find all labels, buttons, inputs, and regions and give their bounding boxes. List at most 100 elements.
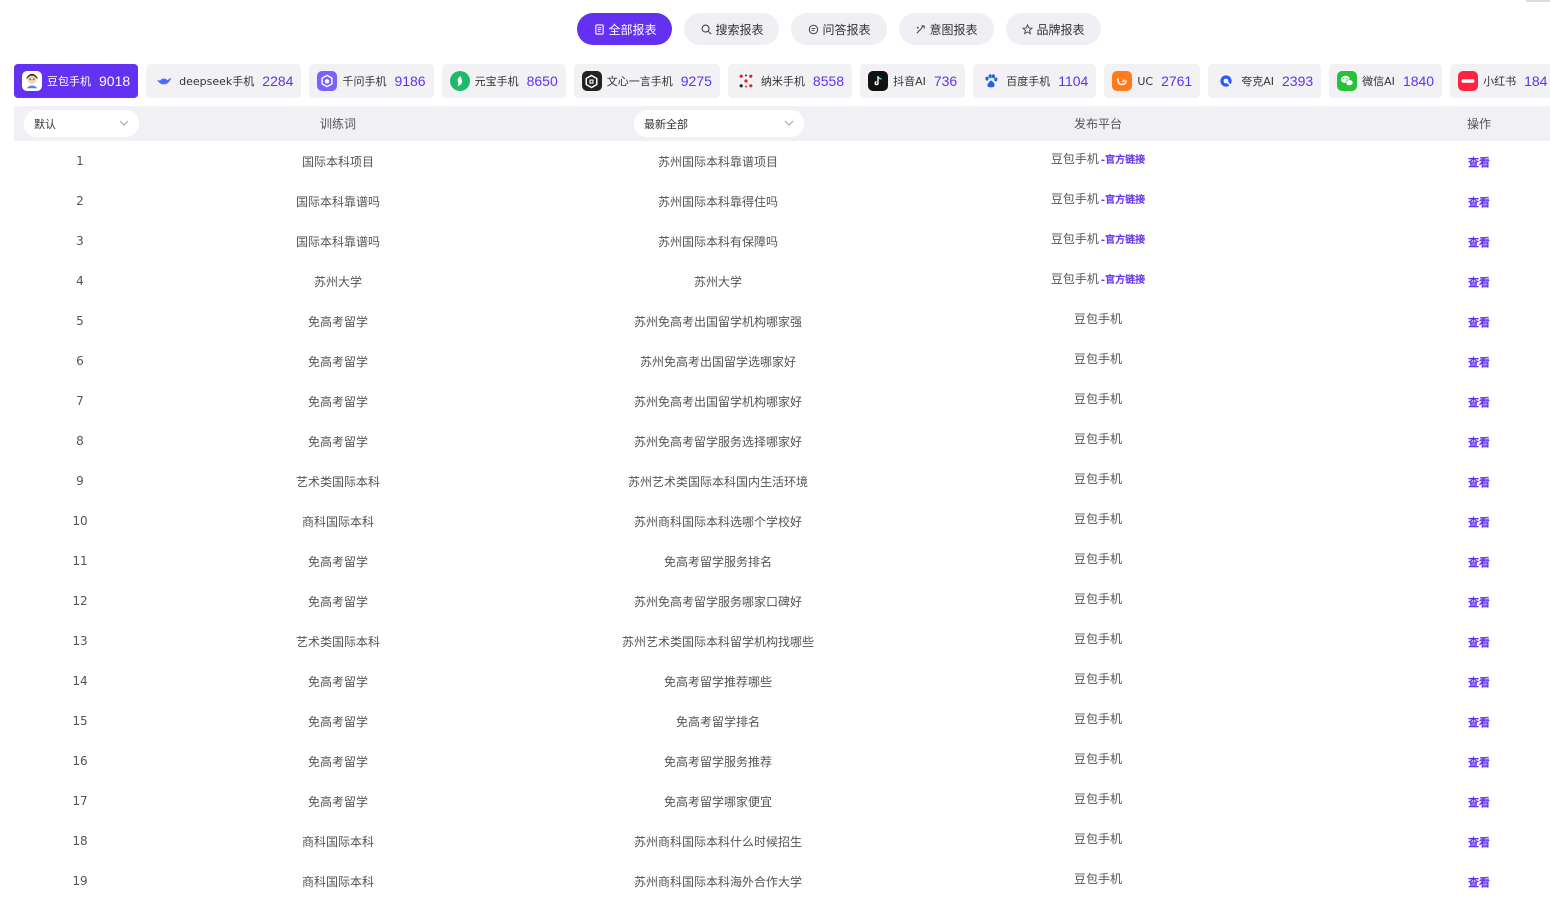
- row-action: 查看: [1428, 742, 1530, 782]
- row-platform: 豆包手机: [948, 418, 1248, 458]
- row-keyword: 苏州大学: [313, 274, 362, 289]
- view-button[interactable]: 查看: [1468, 474, 1490, 490]
- table-row: 3 国际本科靠谱吗 苏州国际本科有保障吗 豆包手机 -官方链接 查看: [14, 221, 1550, 261]
- platform-cell-name: 豆包手机: [1073, 711, 1122, 726]
- view-button[interactable]: 查看: [1468, 194, 1490, 210]
- platform-filter: 豆包手机 9018 deepseek手机 2284 千问手机 9186 元宝手机…: [14, 64, 1550, 98]
- tab-search-reports[interactable]: 搜索报表: [684, 13, 780, 45]
- row-keyword: 免高考留学: [307, 594, 368, 609]
- platform-count: 9018: [99, 73, 131, 89]
- platform-chip-wenxin[interactable]: 文心一言手机 9275: [573, 64, 720, 98]
- platform-chip-deepseek[interactable]: deepseek手机 2284: [146, 64, 302, 98]
- row-platform: 豆包手机: [948, 818, 1248, 858]
- row-index: 14: [72, 674, 88, 688]
- row-action: 查看: [1428, 502, 1530, 542]
- row-platform: 豆包手机: [948, 658, 1248, 698]
- platform-cell-name: 豆包手机: [1073, 431, 1122, 446]
- view-button[interactable]: 查看: [1468, 874, 1490, 890]
- view-button[interactable]: 查看: [1468, 754, 1490, 770]
- official-link[interactable]: -官方链接: [1101, 231, 1145, 246]
- scrollbar[interactable]: [1526, 0, 1550, 2]
- tab-all-reports[interactable]: 全部报表: [577, 13, 673, 45]
- row-index: 2: [76, 194, 84, 208]
- platform-cell-name: 豆包手机: [1073, 391, 1122, 406]
- row-keyword: 国际本科项目: [301, 154, 374, 169]
- row-index: 6: [76, 354, 84, 368]
- view-button[interactable]: 查看: [1468, 834, 1490, 850]
- platform-cell-name: 豆包手机: [1073, 791, 1122, 806]
- platform-name: 豆包手机: [47, 75, 91, 88]
- view-button[interactable]: 查看: [1468, 594, 1490, 610]
- tab-brand-reports[interactable]: 品牌报表: [1005, 13, 1101, 45]
- platform-cell-name: 豆包手机: [1073, 831, 1122, 846]
- row-keyword: 艺术类国际本科: [295, 474, 380, 489]
- row-action: 查看: [1428, 822, 1530, 862]
- platform-cell-name: 豆包手机: [1073, 751, 1122, 766]
- sort-select-value: 默认: [34, 117, 56, 131]
- table-row: 1 国际本科项目 苏州国际本科靠谱项目 豆包手机 -官方链接 查看: [14, 141, 1550, 181]
- platform-chip-qianwen[interactable]: 千问手机 9186: [309, 64, 434, 98]
- tab-intent-reports[interactable]: 意图报表: [898, 13, 994, 45]
- view-button[interactable]: 查看: [1468, 794, 1490, 810]
- view-button[interactable]: 查看: [1468, 634, 1490, 650]
- platform-cell-name: 豆包手机: [1050, 231, 1099, 246]
- row-action: 查看: [1428, 262, 1530, 302]
- platform-chip-douyin[interactable]: 抖音AI 736: [860, 64, 966, 98]
- view-button[interactable]: 查看: [1468, 234, 1490, 250]
- view-button[interactable]: 查看: [1468, 274, 1490, 290]
- view-button[interactable]: 查看: [1468, 354, 1490, 370]
- platform-chip-doubao[interactable]: 豆包手机 9018: [14, 64, 139, 98]
- table-row: 4 苏州大学 苏州大学 豆包手机 -官方链接 查看: [14, 261, 1550, 301]
- official-link[interactable]: -官方链接: [1101, 151, 1145, 166]
- official-link[interactable]: -官方链接: [1101, 191, 1145, 206]
- platform-count: 8558: [812, 73, 845, 89]
- filter-select[interactable]: 最新全部: [634, 110, 804, 137]
- table-row: 6 免高考留学 苏州免高考出国留学选哪家好 豆包手机 查看: [14, 341, 1550, 381]
- view-button[interactable]: 查看: [1468, 514, 1490, 530]
- view-button[interactable]: 查看: [1468, 394, 1490, 410]
- platform-name: 文心一言手机: [606, 75, 673, 88]
- row-keyword: 艺术类国际本科: [295, 634, 380, 649]
- column-header-platform: 发布平台: [1073, 117, 1122, 131]
- tab-qa-reports[interactable]: 问答报表: [791, 13, 887, 45]
- platform-chip-xiaohongshu[interactable]: 小红书 184: [1450, 64, 1550, 98]
- row-index: 10: [72, 514, 88, 528]
- row-keyword: 免高考留学: [307, 714, 368, 729]
- row-question: 苏州国际本科有保障吗: [657, 234, 778, 249]
- platform-count: 2284: [262, 73, 294, 89]
- platform-name: 纳米手机: [760, 75, 805, 88]
- platform-chip-yuanbao[interactable]: 元宝手机 8650: [441, 64, 566, 98]
- view-button[interactable]: 查看: [1468, 154, 1490, 170]
- platform-count: 736: [933, 73, 958, 89]
- view-button[interactable]: 查看: [1468, 554, 1490, 570]
- platform-cell-name: 豆包手机: [1073, 871, 1122, 886]
- row-platform: 豆包手机: [948, 338, 1248, 378]
- row-platform: 豆包手机: [948, 738, 1248, 778]
- platform-count: 8650: [526, 73, 558, 89]
- view-button[interactable]: 查看: [1468, 674, 1490, 690]
- tab-label: 问答报表: [822, 22, 871, 37]
- row-platform: 豆包手机 -官方链接: [948, 138, 1248, 178]
- platform-count: 1104: [1058, 73, 1089, 89]
- official-link[interactable]: -官方链接: [1101, 271, 1145, 286]
- platform-chip-wechat[interactable]: 微信AI 1840: [1329, 64, 1443, 98]
- table-row: 9 艺术类国际本科 苏州艺术类国际本科国内生活环境 豆包手机 查看: [14, 461, 1550, 501]
- platform-chip-quark[interactable]: 夸克AI 2393: [1208, 64, 1322, 98]
- view-button[interactable]: 查看: [1468, 434, 1490, 450]
- sort-select[interactable]: 默认: [24, 110, 139, 137]
- table-row: 10 商科国际本科 苏州商科国际本科选哪个学校好 豆包手机 查看: [14, 501, 1550, 541]
- row-index: 1: [76, 154, 84, 168]
- platform-name: 夸克AI: [1241, 75, 1274, 88]
- row-action: 查看: [1428, 222, 1530, 262]
- view-button[interactable]: 查看: [1468, 314, 1490, 330]
- platform-chip-baidu[interactable]: 百度手机 1104: [973, 64, 1097, 98]
- platform-chip-nami[interactable]: 纳米手机 8558: [727, 64, 853, 98]
- platform-cell-name: 豆包手机: [1050, 191, 1099, 206]
- search-icon: [700, 23, 712, 35]
- view-button[interactable]: 查看: [1468, 714, 1490, 730]
- row-question: 苏州国际本科靠谱项目: [657, 154, 778, 169]
- row-platform: 豆包手机: [948, 498, 1248, 538]
- platform-chip-uc[interactable]: UC 2761: [1104, 64, 1201, 98]
- row-keyword: 国际本科靠谱吗: [295, 194, 380, 209]
- row-action: 查看: [1428, 862, 1530, 898]
